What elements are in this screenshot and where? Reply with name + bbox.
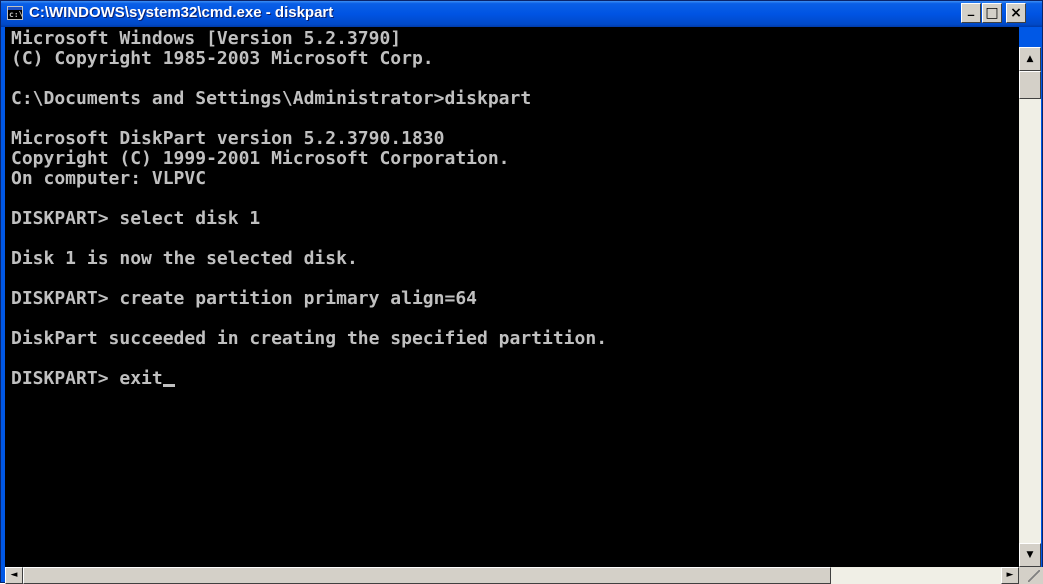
console-line: Microsoft Windows [Version 5.2.3790] [11, 28, 402, 49]
close-button[interactable]: × [1006, 3, 1026, 23]
console-line: DISKPART> select disk 1 [11, 208, 261, 229]
console-line: DISKPART> create partition primary align… [11, 288, 477, 309]
console-output[interactable]: Microsoft Windows [Version 5.2.3790] (C)… [5, 27, 1019, 567]
resize-grip[interactable] [1019, 567, 1043, 584]
console-line: Disk 1 is now the selected disk. [11, 248, 358, 269]
console-text: Microsoft Windows [Version 5.2.3790] (C)… [5, 27, 1019, 389]
scroll-left-icon: ◄ [10, 570, 18, 580]
close-icon: × [1010, 5, 1022, 21]
scroll-right-button[interactable]: ► [1001, 567, 1019, 584]
maximize-button[interactable]: □ [982, 3, 1002, 23]
minimize-button[interactable]: _ [961, 3, 981, 23]
console-app-icon[interactable]: c:\ [7, 6, 23, 20]
console-line: DiskPart succeeded in creating the speci… [11, 328, 608, 349]
console-history: Microsoft Windows [Version 5.2.3790] (C)… [11, 28, 607, 349]
scroll-up-icon: ▲ [1026, 54, 1034, 64]
scroll-down-icon: ▼ [1026, 550, 1034, 560]
text-cursor [162, 384, 175, 387]
cmd-window: c:\ C:\WINDOWS\system32\cmd.exe - diskpa… [0, 0, 1043, 584]
console-icon-label: c:\ [9, 10, 24, 19]
console-line: (C) Copyright 1985-2003 Microsoft Corp. [11, 48, 434, 69]
window-title: C:\WINDOWS\system32\cmd.exe - diskpart [29, 4, 334, 21]
horizontal-scrollbar[interactable]: ◄ ► [5, 567, 1019, 584]
console-line: Copyright (C) 1999-2001 Microsoft Corpor… [11, 148, 510, 169]
scroll-down-button[interactable]: ▼ [1019, 543, 1041, 567]
vertical-scroll-thumb[interactable] [1019, 71, 1041, 99]
vertical-scrollbar[interactable]: ▲ ▼ [1019, 47, 1041, 567]
console-line: On computer: VLPVC [11, 168, 207, 189]
scroll-left-button[interactable]: ◄ [5, 567, 23, 584]
scroll-up-button[interactable]: ▲ [1019, 47, 1041, 71]
console-prompt-line: DISKPART> exit [11, 368, 163, 389]
maximize-icon: □ [985, 5, 999, 21]
title-bar[interactable]: c:\ C:\WINDOWS\system32\cmd.exe - diskpa… [1, 1, 1042, 27]
scroll-right-icon: ► [1006, 570, 1014, 580]
minimize-icon: _ [967, 2, 975, 17]
console-line: Microsoft DiskPart version 5.2.3790.1830 [11, 128, 445, 149]
horizontal-scroll-thumb[interactable] [23, 567, 831, 584]
console-line: C:\Documents and Settings\Administrator>… [11, 88, 532, 109]
